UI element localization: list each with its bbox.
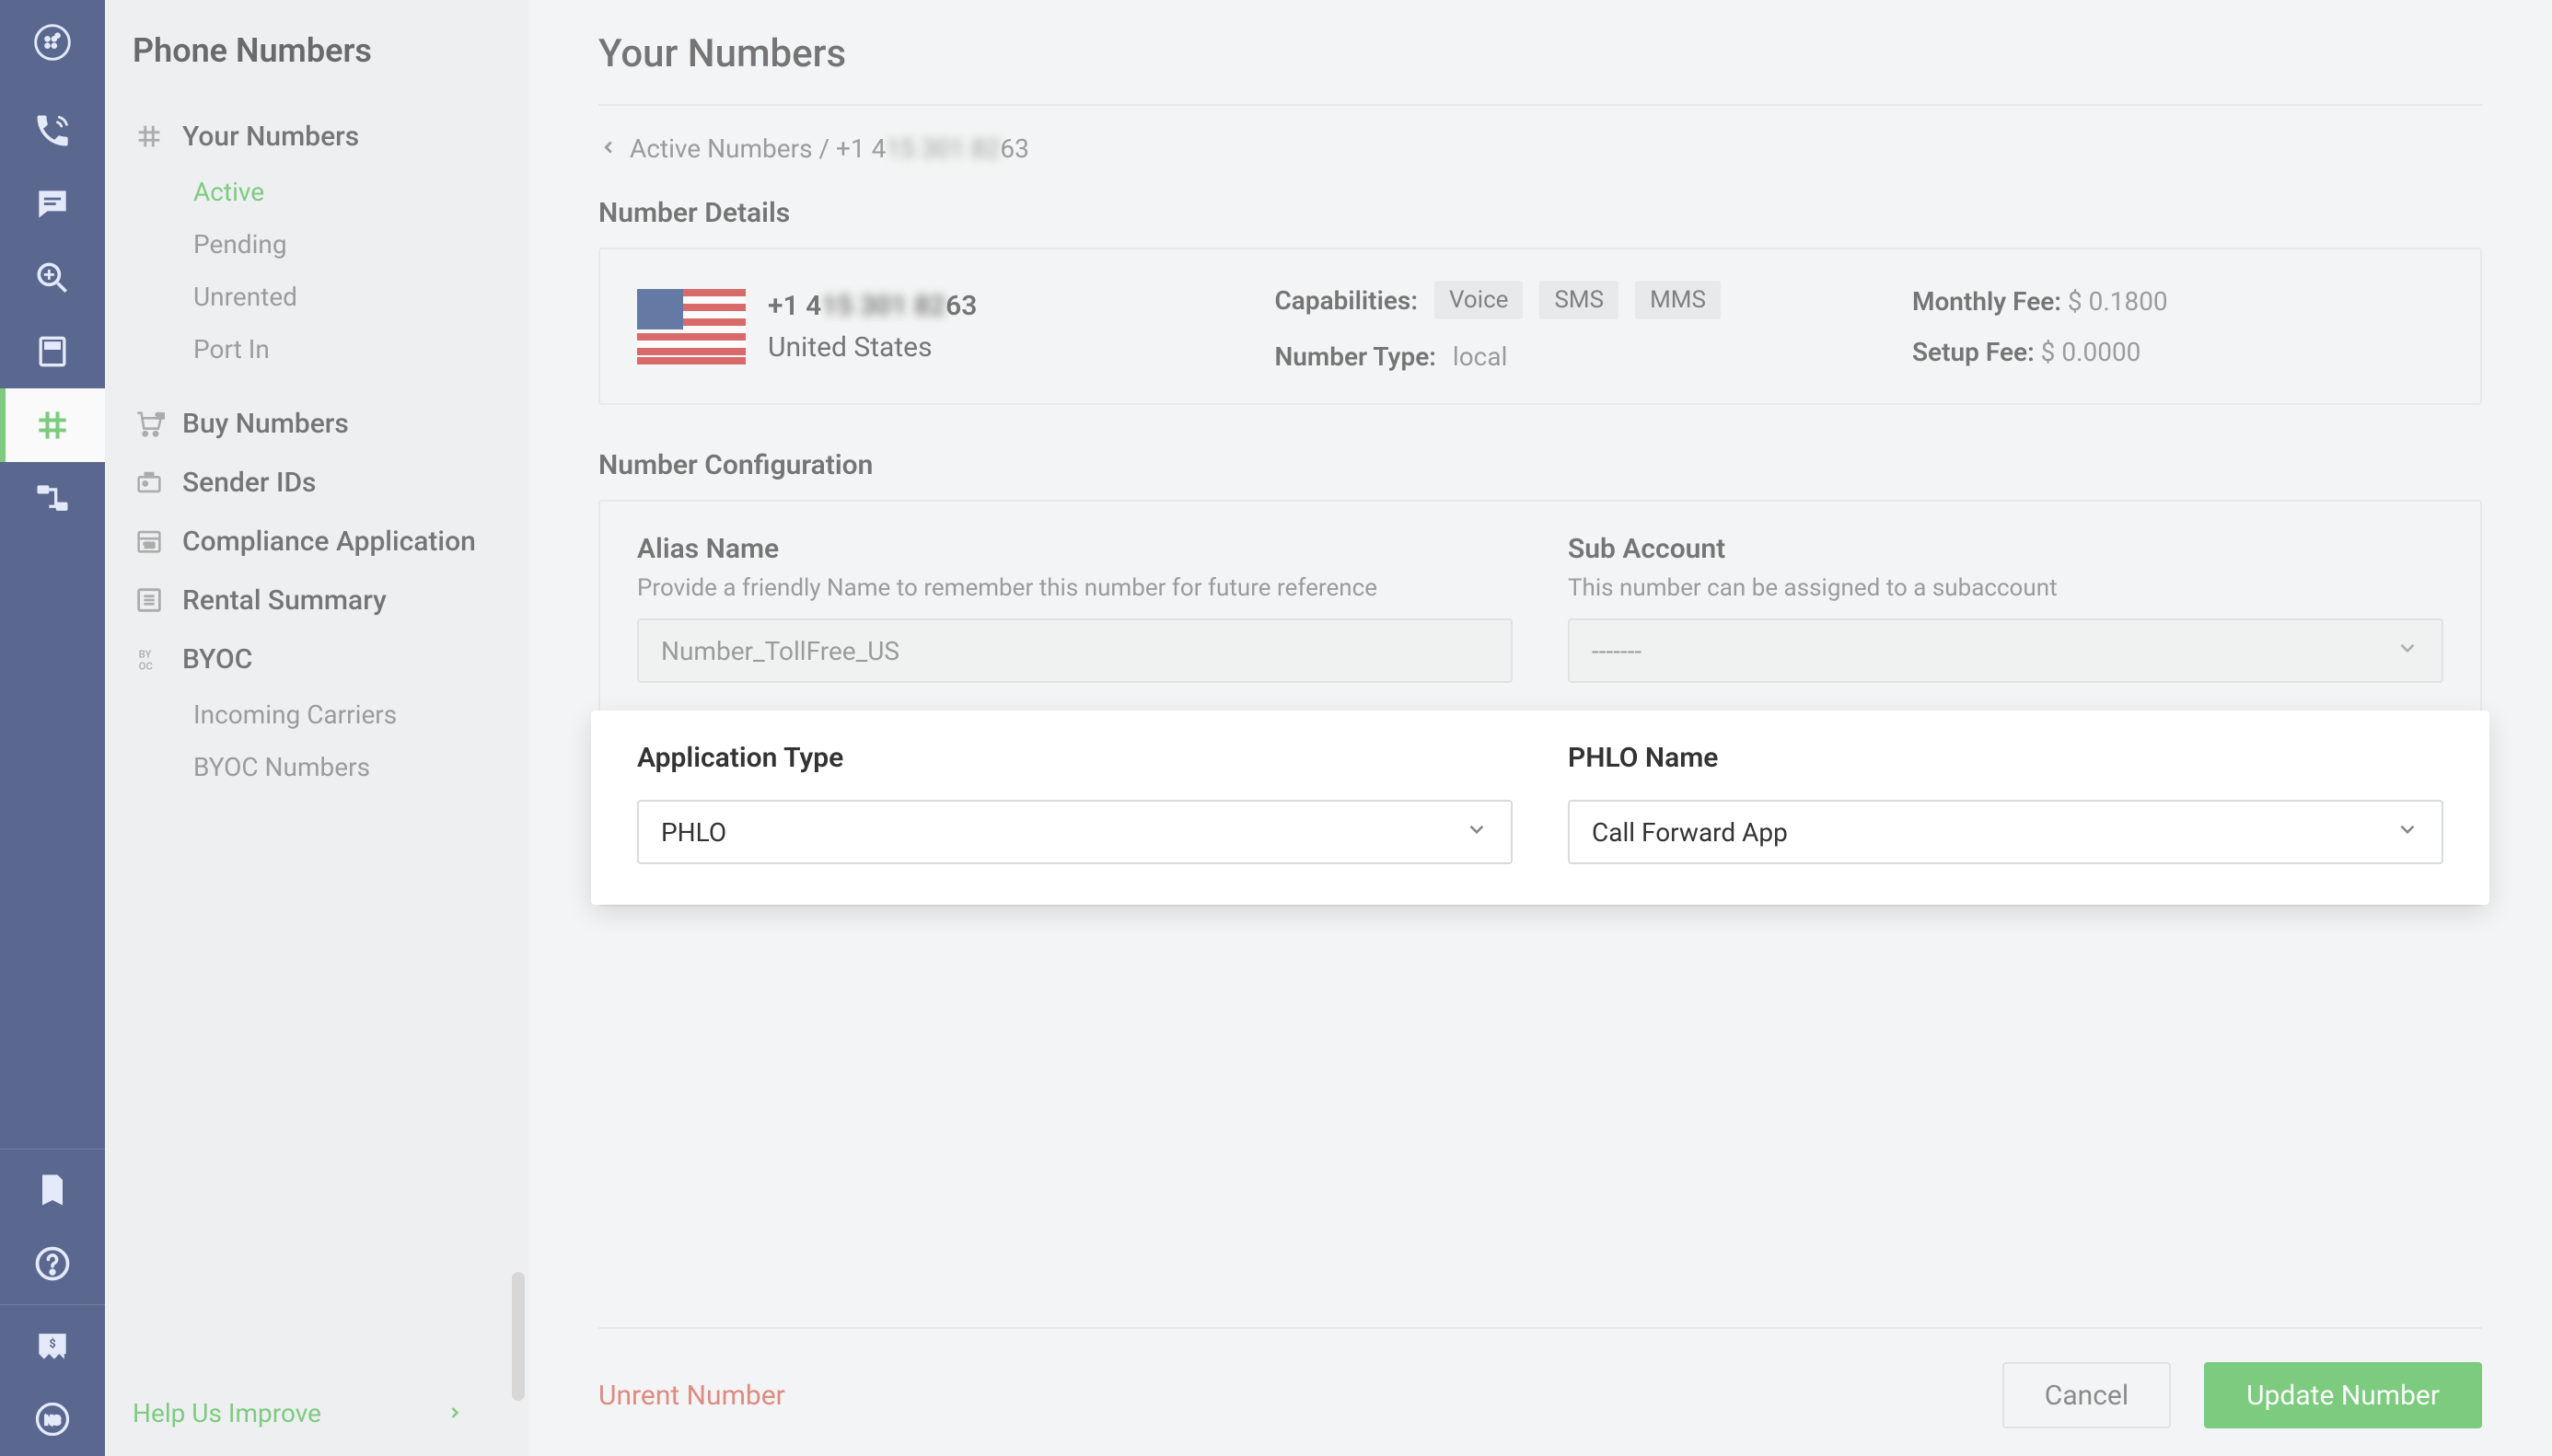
svg-text:123: 123 (144, 541, 155, 549)
sub-account-desc: This number can be assigned to a subacco… (1568, 574, 2443, 602)
capabilities-label: Capabilities: (1274, 285, 1417, 316)
phlo-name-label: PHLO Name (1568, 742, 2443, 774)
sidebar-item-incoming-carriers[interactable]: Incoming Carriers (193, 688, 528, 741)
messaging-icon[interactable] (0, 168, 105, 241)
logo-icon[interactable] (25, 15, 80, 70)
svg-text:SIP: SIP (49, 343, 57, 349)
id-icon (133, 466, 166, 499)
capability-mms: MMS (1635, 281, 1721, 319)
docs-icon[interactable] (0, 1153, 105, 1227)
byoc-icon: BYOC (133, 642, 166, 676)
help-icon[interactable] (0, 1227, 105, 1300)
calendar-icon: 123 (133, 525, 166, 558)
breadcrumb[interactable]: Active Numbers / +1 415 301 8263 (598, 133, 2482, 164)
application-type-select[interactable]: PHLO (637, 800, 1513, 864)
chevron-down-icon (2395, 636, 2419, 666)
svg-text:123: 123 (156, 411, 165, 420)
chevron-left-icon (598, 133, 619, 164)
hash-icon (133, 120, 166, 153)
phlo-name-select[interactable]: Call Forward App (1568, 800, 2443, 864)
svg-text:$: $ (49, 1337, 55, 1351)
number-details-card: +1 415 301 8263 United States Capabiliti… (598, 248, 2482, 405)
sip-icon[interactable]: SIP (0, 315, 105, 388)
sidebar-item-port-in[interactable]: Port In (193, 323, 528, 376)
sidebar-title: Phone Numbers (133, 31, 528, 70)
phone-number: +1 415 301 8263 (768, 290, 977, 322)
number-configuration-label: Number Configuration (598, 449, 2482, 481)
monthly-fee-value: $ 0.1800 (2068, 286, 2168, 317)
setup-fee-label: Setup Fee: (1912, 337, 2035, 367)
svg-text:NS: NS (45, 1415, 61, 1428)
phlo-icon[interactable] (0, 462, 105, 536)
sidebar-item-label: Your Numbers (182, 121, 359, 153)
billing-icon[interactable]: $ (0, 1309, 105, 1382)
sidebar: Phone Numbers Your Numbers Active Pendin… (105, 0, 528, 1456)
sub-account-value: ------- (1592, 636, 1641, 666)
main-content: Your Numbers Active Numbers / +1 415 301… (528, 0, 2552, 1456)
list-icon (133, 584, 166, 617)
sidebar-item-your-numbers[interactable]: Your Numbers (133, 107, 528, 166)
sidebar-item-label: Buy Numbers (182, 408, 349, 440)
sidebar-item-rental-summary[interactable]: Rental Summary (133, 571, 528, 630)
number-type-value: local (1453, 341, 1507, 372)
sidebar-item-label: Sender IDs (182, 467, 317, 499)
application-type-label: Application Type (637, 742, 1513, 774)
voice-icon[interactable] (0, 94, 105, 168)
capability-sms: SMS (1539, 281, 1618, 319)
phlo-name-value: Call Forward App (1592, 817, 1788, 848)
help-us-improve[interactable]: Help Us Improve (133, 1398, 501, 1428)
sidebar-item-label: BYOC (182, 643, 252, 676)
help-label: Help Us Improve (133, 1398, 321, 1428)
sub-account-select[interactable]: ------- (1568, 618, 2443, 683)
number-configuration-card: Alias Name Provide a friendly Name to re… (598, 500, 2482, 907)
chevron-down-icon (1465, 817, 1489, 848)
us-flag-icon (637, 289, 746, 364)
sidebar-item-byoc[interactable]: BYOC BYOC (133, 630, 528, 688)
lookup-icon[interactable] (0, 241, 105, 315)
page-title: Your Numbers (598, 31, 2482, 76)
icon-rail: SIP $ NS (0, 0, 105, 1456)
sidebar-item-label: Rental Summary (182, 584, 387, 617)
sidebar-item-active[interactable]: Active (193, 166, 528, 218)
update-number-button[interactable]: Update Number (2204, 1362, 2482, 1428)
sidebar-item-label: Compliance Application (182, 526, 476, 558)
number-type-label: Number Type: (1274, 341, 1435, 372)
sidebar-item-unrented[interactable]: Unrented (193, 271, 528, 323)
divider (598, 104, 2482, 106)
cancel-button[interactable]: Cancel (2002, 1362, 2171, 1428)
number-details-label: Number Details (598, 197, 2482, 229)
alias-name-desc: Provide a friendly Name to remember this… (637, 574, 1513, 602)
svg-text:OC: OC (139, 659, 153, 672)
sub-account-label: Sub Account (1568, 533, 2443, 565)
setup-fee-value: $ 0.0000 (2041, 337, 2141, 367)
footer: Unrent Number Cancel Update Number (598, 1327, 2482, 1428)
capability-voice: Voice (1434, 281, 1524, 319)
sidebar-item-pending[interactable]: Pending (193, 218, 528, 271)
sidebar-item-compliance[interactable]: 123 Compliance Application (133, 512, 528, 571)
sidebar-item-buy-numbers[interactable]: 123 Buy Numbers (133, 394, 528, 453)
chevron-right-icon (446, 1398, 464, 1428)
phone-numbers-icon[interactable] (0, 388, 105, 462)
breadcrumb-text: Active Numbers / +1 415 301 8263 (630, 133, 1029, 164)
sidebar-item-sender-ids[interactable]: Sender IDs (133, 453, 528, 512)
settings-icon[interactable]: NS (0, 1382, 105, 1456)
monthly-fee-label: Monthly Fee: (1912, 286, 2061, 317)
chevron-down-icon (2395, 817, 2419, 848)
alias-placeholder: Number_TollFree_US (661, 636, 899, 666)
alias-name-label: Alias Name (637, 533, 1513, 565)
country: United States (768, 331, 977, 364)
unrent-number-link[interactable]: Unrent Number (598, 1380, 785, 1412)
sidebar-item-byoc-numbers[interactable]: BYOC Numbers (193, 741, 528, 793)
cart-icon: 123 (133, 407, 166, 440)
alias-name-input[interactable]: Number_TollFree_US (637, 618, 1513, 683)
application-type-value: PHLO (661, 817, 726, 848)
